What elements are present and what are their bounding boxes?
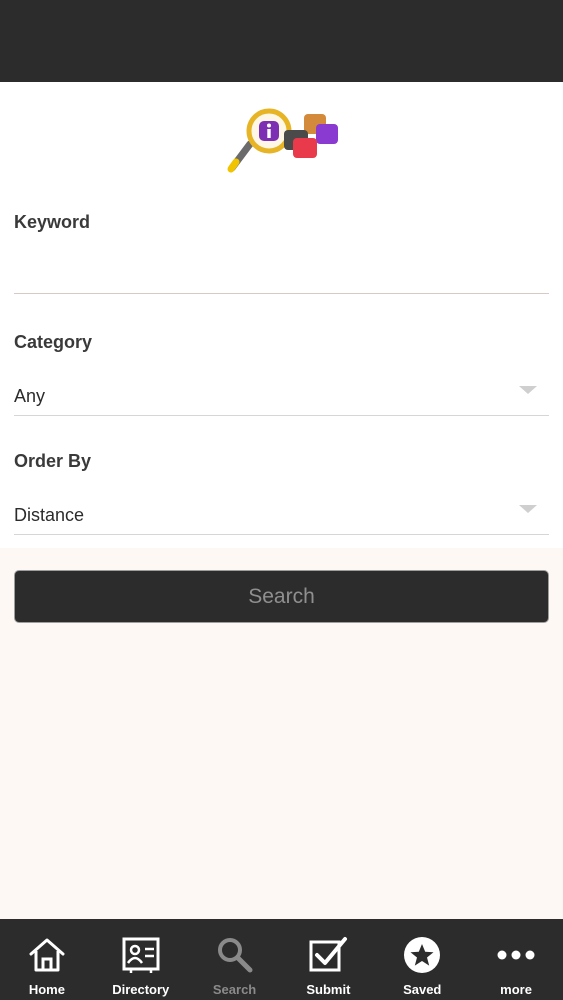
chevron-down-icon — [519, 386, 537, 394]
search-icon — [217, 938, 253, 973]
category-selected-value: Any — [14, 386, 46, 406]
tab-submit[interactable]: Submit — [281, 919, 375, 1000]
more-dots-icon — [497, 950, 535, 960]
top-navigation-bar — [0, 0, 563, 82]
search-button[interactable]: Search — [14, 570, 549, 623]
tab-directory[interactable]: Directory — [94, 919, 188, 1000]
category-select[interactable]: Any — [14, 376, 549, 416]
order-by-select[interactable]: Distance — [14, 495, 549, 535]
star-icon — [404, 937, 441, 973]
order-by-label: Order By — [14, 451, 92, 471]
submit-check-icon — [309, 937, 348, 972]
keyword-label: Keyword — [14, 212, 91, 232]
keyword-input[interactable] — [14, 244, 549, 294]
home-icon — [29, 938, 65, 972]
tab-more-label: more — [500, 982, 532, 997]
directory-card-icon — [122, 937, 160, 973]
tab-saved[interactable]: Saved — [375, 919, 469, 1000]
tab-home-label: Home — [28, 982, 65, 997]
tab-search-label: Search — [212, 982, 257, 997]
tab-saved-label: Saved — [403, 982, 442, 997]
category-label: Category — [14, 332, 93, 352]
search-form-panel: Keyword Category Any Order By Distance — [0, 82, 563, 548]
order-by-selected-value: Distance — [14, 505, 85, 525]
bottom-tab-bar: Home Directory Search Submit Saved more — [0, 919, 563, 1000]
tab-submit-label: Submit — [306, 982, 351, 997]
tab-more[interactable]: more — [469, 919, 563, 1000]
tab-directory-label: Directory — [112, 982, 170, 997]
tab-search[interactable]: Search — [188, 919, 282, 1000]
chevron-down-icon — [519, 505, 537, 513]
tab-home[interactable]: Home — [0, 919, 94, 1000]
search-directory-logo — [227, 108, 338, 173]
